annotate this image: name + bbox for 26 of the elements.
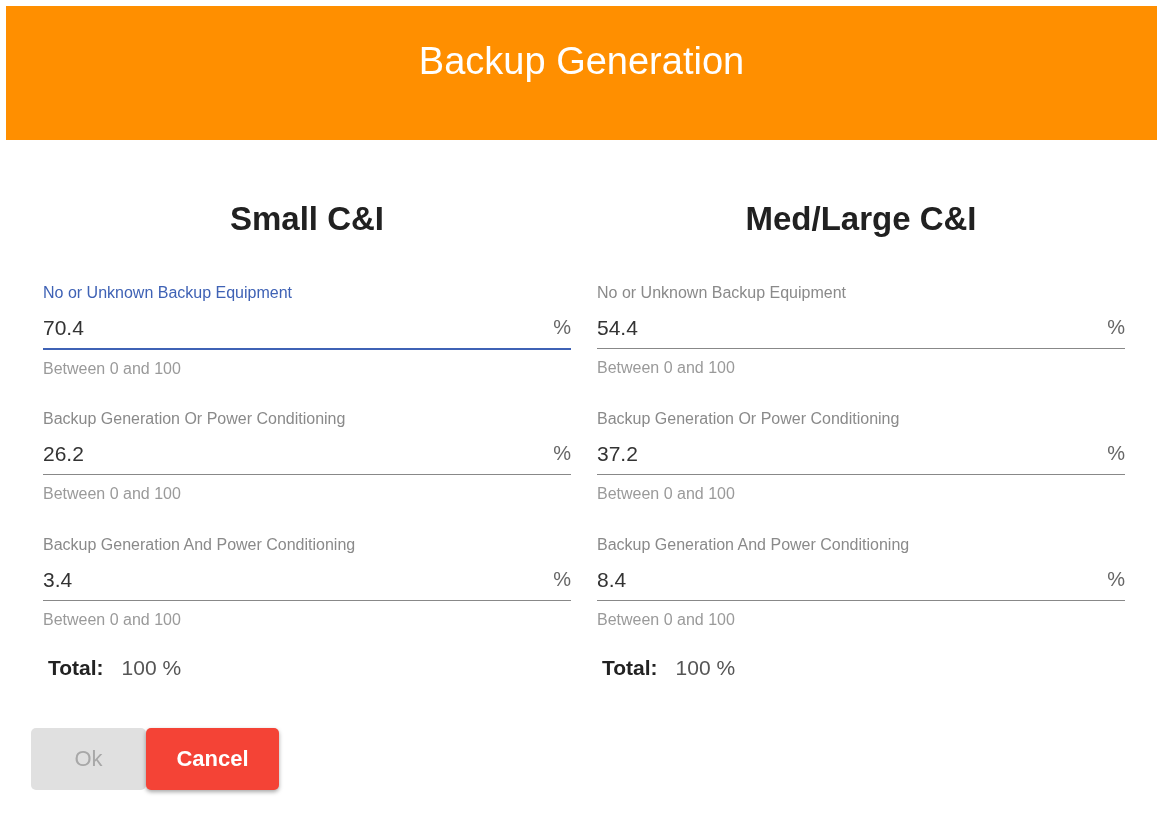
field-label: Backup Generation Or Power Conditioning: [43, 410, 346, 428]
field-label: No or Unknown Backup Equipment: [597, 284, 847, 302]
field-label: Backup Generation And Power Conditioning: [597, 536, 910, 554]
total-label: Total:: [602, 656, 658, 680]
unit-suffix: %: [553, 316, 571, 339]
helper-text: Between 0 and 100: [597, 611, 735, 629]
helper-text: Between 0 and 100: [43, 611, 181, 629]
helper-text: Between 0 and 100: [43, 485, 181, 503]
unit-suffix: %: [1107, 316, 1125, 339]
helper-text: Between 0 and 100: [597, 485, 735, 503]
column-title: Small C&I: [228, 200, 385, 238]
unit-suffix: %: [1107, 442, 1125, 465]
dialog-title: Backup Generation: [418, 39, 745, 84]
field-label: Backup Generation Or Power Conditioning: [597, 410, 900, 428]
column-title: Med/Large C&I: [744, 200, 978, 238]
unit-suffix: %: [553, 442, 571, 465]
unit-suffix: %: [553, 568, 571, 591]
unit-suffix: %: [1107, 568, 1125, 591]
field-label: No or Unknown Backup Equipment: [43, 284, 293, 302]
total-value: 100 %: [121, 656, 182, 680]
cancel-button[interactable]: Cancel: [146, 728, 279, 790]
total-value: 100 %: [675, 656, 736, 680]
helper-text: Between 0 and 100: [43, 360, 181, 378]
field-label: Backup Generation And Power Conditioning: [43, 536, 356, 554]
total-label: Total:: [48, 656, 104, 680]
helper-text: Between 0 and 100: [597, 359, 735, 377]
